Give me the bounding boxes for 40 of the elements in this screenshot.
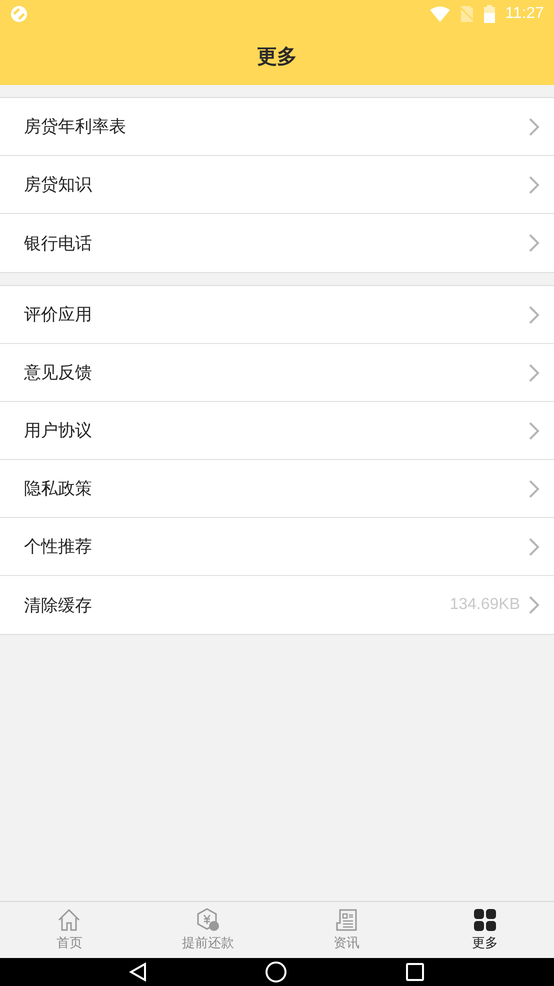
home-icon (57, 908, 82, 932)
app-logo-icon (10, 5, 28, 23)
recents-icon[interactable] (405, 962, 425, 982)
chevron-right-icon (528, 116, 540, 136)
menu-item[interactable]: 评价应用 (0, 286, 554, 344)
menu-item-label: 隐私政策 (24, 478, 93, 500)
wifi-icon (430, 6, 450, 22)
menu-item-label: 清除缓存 (24, 594, 93, 616)
menu-item[interactable]: 房贷知识 (0, 156, 554, 214)
menu-item[interactable]: 个性推荐 (0, 518, 554, 576)
menu-item-label: 意见反馈 (24, 362, 93, 384)
tab[interactable]: 更多 (416, 902, 554, 958)
menu-item-label: 房贷知识 (24, 174, 93, 196)
menu-item-label: 个性推荐 (24, 536, 93, 558)
chevron-right-icon (528, 233, 540, 253)
menu-item-label: 评价应用 (24, 304, 93, 326)
hexagon-yen-icon (196, 908, 220, 932)
chevron-right-icon (528, 595, 540, 615)
chevron-right-icon (528, 420, 540, 440)
menu-item[interactable]: 隐私政策 (0, 460, 554, 518)
menu-item[interactable]: 银行电话 (0, 214, 554, 272)
chevron-right-icon (528, 304, 540, 324)
menu-item[interactable]: 意见反馈 (0, 344, 554, 402)
chevron-right-icon (528, 478, 540, 498)
no-sim-icon (460, 6, 474, 22)
newspaper-icon (334, 908, 358, 932)
battery-icon (484, 5, 496, 23)
status-time: 11:27 (505, 5, 544, 23)
chevron-right-icon (528, 362, 540, 382)
chevron-right-icon (528, 536, 540, 556)
menu-item[interactable]: 用户协议 (0, 402, 554, 460)
back-icon[interactable] (129, 962, 147, 982)
menu-item-label: 用户协议 (24, 420, 93, 442)
menu-item-label: 房贷年利率表 (24, 116, 127, 138)
menu-item-label: 银行电话 (24, 232, 93, 254)
chevron-right-icon (528, 174, 540, 194)
page-title: 更多 (257, 43, 297, 70)
menu-item[interactable]: 房贷年利率表 (0, 98, 554, 156)
home-button-icon[interactable] (265, 961, 287, 983)
grid-icon (472, 908, 497, 932)
